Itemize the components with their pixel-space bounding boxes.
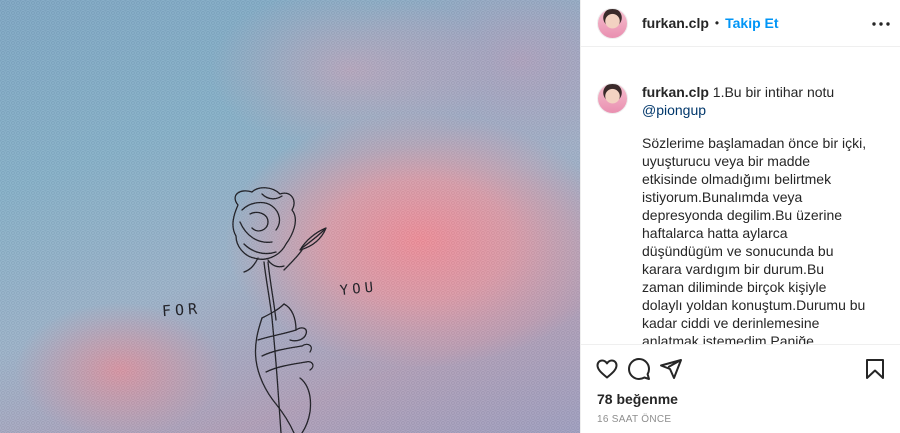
- you-label: YOU: [339, 279, 378, 299]
- rose-drawing: FOR YOU: [161, 187, 378, 433]
- caption: furkan.clp 1.Bu bir intihar notu @piongu…: [597, 66, 885, 119]
- header-separator: •: [714, 16, 720, 30]
- caption-title: 1.Bu bir intihar notu: [712, 84, 835, 100]
- more-horizontal-icon[interactable]: [871, 14, 891, 34]
- caption-avatar[interactable]: [597, 83, 628, 114]
- post: FOR YOU furkan.clp • Takip Et furkan.clp…: [0, 0, 900, 433]
- post-header: furkan.clp • Takip Et: [581, 0, 900, 47]
- caption-body-text: Sözlerime başlamadan önce bir içki, uyuş…: [642, 135, 867, 344]
- post-sidebar: furkan.clp • Takip Et furkan.clp 1.Bu bi…: [580, 0, 900, 433]
- likes-count[interactable]: 78 beğenme: [597, 391, 678, 407]
- caption-username[interactable]: furkan.clp: [642, 84, 709, 100]
- bookmark-icon[interactable]: [863, 357, 887, 381]
- share-icon[interactable]: [659, 357, 683, 381]
- post-actions: 78 beğenme 16 SAAT ÖNCE: [581, 344, 900, 433]
- caption-header: furkan.clp 1.Bu bir intihar notu @piongu…: [642, 83, 834, 119]
- for-label: FOR: [161, 300, 201, 321]
- follow-button[interactable]: Takip Et: [725, 15, 778, 31]
- heart-icon[interactable]: [595, 357, 619, 381]
- caption-mention-link[interactable]: @piongup: [642, 101, 834, 119]
- comments-section[interactable]: furkan.clp 1.Bu bir intihar notu @piongu…: [581, 66, 900, 344]
- header-username[interactable]: furkan.clp: [642, 15, 709, 31]
- post-timestamp[interactable]: 16 SAAT ÖNCE: [597, 414, 671, 425]
- avatar[interactable]: [597, 7, 628, 39]
- post-photo[interactable]: FOR YOU: [0, 0, 580, 433]
- comment-icon[interactable]: [627, 357, 651, 381]
